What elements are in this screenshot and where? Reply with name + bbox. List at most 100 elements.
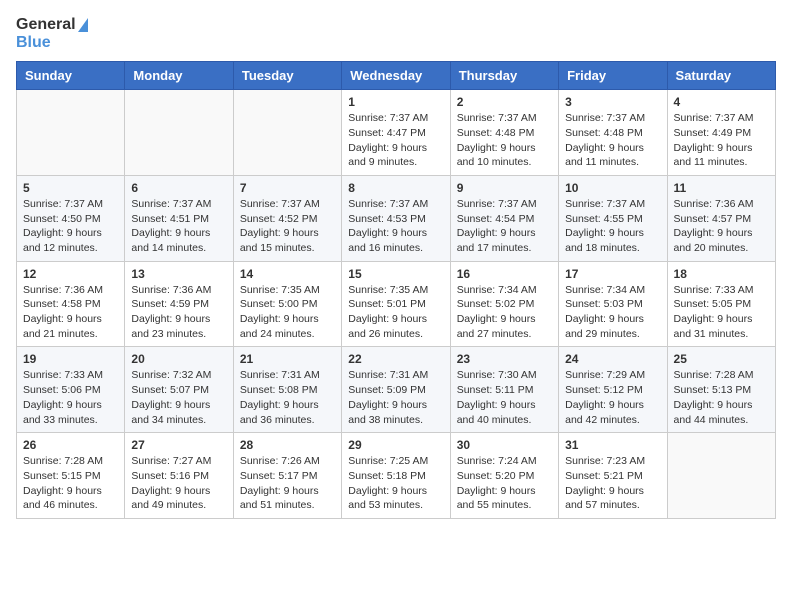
day-info: Sunrise: 7:29 AMSunset: 5:12 PMDaylight:… — [565, 368, 660, 427]
calendar-cell: 6 Sunrise: 7:37 AMSunset: 4:51 PMDayligh… — [125, 175, 233, 261]
day-number: 14 — [240, 267, 335, 281]
day-number: 22 — [348, 352, 443, 366]
calendar-cell: 29 Sunrise: 7:25 AMSunset: 5:18 PMDaylig… — [342, 433, 450, 519]
day-info: Sunrise: 7:31 AMSunset: 5:08 PMDaylight:… — [240, 368, 335, 427]
calendar-cell: 8 Sunrise: 7:37 AMSunset: 4:53 PMDayligh… — [342, 175, 450, 261]
calendar-cell: 4 Sunrise: 7:37 AMSunset: 4:49 PMDayligh… — [667, 90, 775, 176]
day-number: 23 — [457, 352, 552, 366]
day-number: 18 — [674, 267, 769, 281]
day-number: 25 — [674, 352, 769, 366]
day-number: 31 — [565, 438, 660, 452]
day-number: 3 — [565, 95, 660, 109]
day-info: Sunrise: 7:33 AMSunset: 5:05 PMDaylight:… — [674, 283, 769, 342]
day-info: Sunrise: 7:37 AMSunset: 4:54 PMDaylight:… — [457, 197, 552, 256]
calendar-week-4: 19 Sunrise: 7:33 AMSunset: 5:06 PMDaylig… — [17, 347, 776, 433]
day-number: 19 — [23, 352, 118, 366]
day-info: Sunrise: 7:24 AMSunset: 5:20 PMDaylight:… — [457, 454, 552, 513]
weekday-header-wednesday: Wednesday — [342, 62, 450, 90]
calendar-body: 1 Sunrise: 7:37 AMSunset: 4:47 PMDayligh… — [17, 90, 776, 519]
weekday-header-saturday: Saturday — [667, 62, 775, 90]
calendar-cell: 17 Sunrise: 7:34 AMSunset: 5:03 PMDaylig… — [559, 261, 667, 347]
calendar-table: SundayMondayTuesdayWednesdayThursdayFrid… — [16, 61, 776, 519]
day-number: 10 — [565, 181, 660, 195]
day-number: 16 — [457, 267, 552, 281]
weekday-header-friday: Friday — [559, 62, 667, 90]
day-info: Sunrise: 7:37 AMSunset: 4:48 PMDaylight:… — [457, 111, 552, 170]
day-number: 9 — [457, 181, 552, 195]
day-number: 20 — [131, 352, 226, 366]
calendar-week-2: 5 Sunrise: 7:37 AMSunset: 4:50 PMDayligh… — [17, 175, 776, 261]
day-number: 21 — [240, 352, 335, 366]
day-info: Sunrise: 7:37 AMSunset: 4:48 PMDaylight:… — [565, 111, 660, 170]
day-info: Sunrise: 7:27 AMSunset: 5:16 PMDaylight:… — [131, 454, 226, 513]
day-info: Sunrise: 7:37 AMSunset: 4:47 PMDaylight:… — [348, 111, 443, 170]
day-info: Sunrise: 7:36 AMSunset: 4:57 PMDaylight:… — [674, 197, 769, 256]
day-number: 2 — [457, 95, 552, 109]
calendar-week-5: 26 Sunrise: 7:28 AMSunset: 5:15 PMDaylig… — [17, 433, 776, 519]
calendar-cell: 5 Sunrise: 7:37 AMSunset: 4:50 PMDayligh… — [17, 175, 125, 261]
calendar-cell — [667, 433, 775, 519]
day-info: Sunrise: 7:36 AMSunset: 4:58 PMDaylight:… — [23, 283, 118, 342]
calendar-cell: 1 Sunrise: 7:37 AMSunset: 4:47 PMDayligh… — [342, 90, 450, 176]
calendar-cell: 30 Sunrise: 7:24 AMSunset: 5:20 PMDaylig… — [450, 433, 558, 519]
calendar-cell: 26 Sunrise: 7:28 AMSunset: 5:15 PMDaylig… — [17, 433, 125, 519]
day-number: 30 — [457, 438, 552, 452]
day-info: Sunrise: 7:32 AMSunset: 5:07 PMDaylight:… — [131, 368, 226, 427]
calendar-cell: 18 Sunrise: 7:33 AMSunset: 5:05 PMDaylig… — [667, 261, 775, 347]
day-info: Sunrise: 7:37 AMSunset: 4:49 PMDaylight:… — [674, 111, 769, 170]
calendar-cell: 24 Sunrise: 7:29 AMSunset: 5:12 PMDaylig… — [559, 347, 667, 433]
day-number: 7 — [240, 181, 335, 195]
logo-blue: Blue — [16, 34, 88, 52]
calendar-cell: 16 Sunrise: 7:34 AMSunset: 5:02 PMDaylig… — [450, 261, 558, 347]
day-info: Sunrise: 7:34 AMSunset: 5:03 PMDaylight:… — [565, 283, 660, 342]
day-info: Sunrise: 7:35 AMSunset: 5:01 PMDaylight:… — [348, 283, 443, 342]
day-info: Sunrise: 7:33 AMSunset: 5:06 PMDaylight:… — [23, 368, 118, 427]
day-info: Sunrise: 7:37 AMSunset: 4:50 PMDaylight:… — [23, 197, 118, 256]
calendar-cell: 27 Sunrise: 7:27 AMSunset: 5:16 PMDaylig… — [125, 433, 233, 519]
day-info: Sunrise: 7:28 AMSunset: 5:13 PMDaylight:… — [674, 368, 769, 427]
day-info: Sunrise: 7:37 AMSunset: 4:53 PMDaylight:… — [348, 197, 443, 256]
day-info: Sunrise: 7:36 AMSunset: 4:59 PMDaylight:… — [131, 283, 226, 342]
day-number: 29 — [348, 438, 443, 452]
day-info: Sunrise: 7:37 AMSunset: 4:55 PMDaylight:… — [565, 197, 660, 256]
calendar-cell — [125, 90, 233, 176]
calendar-cell: 7 Sunrise: 7:37 AMSunset: 4:52 PMDayligh… — [233, 175, 341, 261]
day-number: 17 — [565, 267, 660, 281]
day-number: 5 — [23, 181, 118, 195]
day-number: 24 — [565, 352, 660, 366]
day-number: 28 — [240, 438, 335, 452]
calendar-cell: 19 Sunrise: 7:33 AMSunset: 5:06 PMDaylig… — [17, 347, 125, 433]
weekday-header-sunday: Sunday — [17, 62, 125, 90]
day-number: 6 — [131, 181, 226, 195]
day-number: 4 — [674, 95, 769, 109]
calendar-cell: 28 Sunrise: 7:26 AMSunset: 5:17 PMDaylig… — [233, 433, 341, 519]
day-number: 13 — [131, 267, 226, 281]
day-info: Sunrise: 7:37 AMSunset: 4:52 PMDaylight:… — [240, 197, 335, 256]
weekday-header-thursday: Thursday — [450, 62, 558, 90]
day-number: 15 — [348, 267, 443, 281]
calendar-cell: 31 Sunrise: 7:23 AMSunset: 5:21 PMDaylig… — [559, 433, 667, 519]
page-header: General Blue — [16, 16, 776, 51]
day-number: 26 — [23, 438, 118, 452]
day-info: Sunrise: 7:25 AMSunset: 5:18 PMDaylight:… — [348, 454, 443, 513]
calendar-cell: 10 Sunrise: 7:37 AMSunset: 4:55 PMDaylig… — [559, 175, 667, 261]
calendar-cell: 14 Sunrise: 7:35 AMSunset: 5:00 PMDaylig… — [233, 261, 341, 347]
day-info: Sunrise: 7:35 AMSunset: 5:00 PMDaylight:… — [240, 283, 335, 342]
day-number: 11 — [674, 181, 769, 195]
calendar-cell: 25 Sunrise: 7:28 AMSunset: 5:13 PMDaylig… — [667, 347, 775, 433]
day-info: Sunrise: 7:31 AMSunset: 5:09 PMDaylight:… — [348, 368, 443, 427]
calendar-cell: 2 Sunrise: 7:37 AMSunset: 4:48 PMDayligh… — [450, 90, 558, 176]
calendar-cell: 9 Sunrise: 7:37 AMSunset: 4:54 PMDayligh… — [450, 175, 558, 261]
calendar-cell: 15 Sunrise: 7:35 AMSunset: 5:01 PMDaylig… — [342, 261, 450, 347]
calendar-cell: 21 Sunrise: 7:31 AMSunset: 5:08 PMDaylig… — [233, 347, 341, 433]
logo-text: General Blue — [16, 16, 88, 51]
day-number: 1 — [348, 95, 443, 109]
calendar-cell: 13 Sunrise: 7:36 AMSunset: 4:59 PMDaylig… — [125, 261, 233, 347]
calendar-cell: 3 Sunrise: 7:37 AMSunset: 4:48 PMDayligh… — [559, 90, 667, 176]
calendar-cell: 12 Sunrise: 7:36 AMSunset: 4:58 PMDaylig… — [17, 261, 125, 347]
calendar-week-3: 12 Sunrise: 7:36 AMSunset: 4:58 PMDaylig… — [17, 261, 776, 347]
weekday-header-row: SundayMondayTuesdayWednesdayThursdayFrid… — [17, 62, 776, 90]
logo-general: General — [16, 16, 88, 34]
calendar-cell: 22 Sunrise: 7:31 AMSunset: 5:09 PMDaylig… — [342, 347, 450, 433]
day-number: 12 — [23, 267, 118, 281]
